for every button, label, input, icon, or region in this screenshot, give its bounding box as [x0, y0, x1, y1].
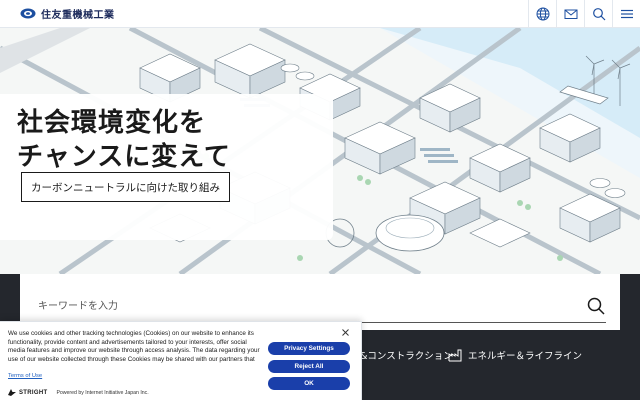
nav-item-energy[interactable]: エネルギー＆ライフライン: [448, 348, 582, 362]
site-logo[interactable]: 住友重機械工業: [20, 6, 115, 21]
language-button[interactable]: [528, 0, 556, 28]
stright-logo-icon: [8, 389, 16, 396]
search-icon: [592, 8, 605, 21]
hero-section: 社会環境変化を チャンスに変えて: [0, 28, 640, 274]
nav-item-construction-label: &コンストラクション: [360, 351, 453, 362]
reject-all-button[interactable]: Reject All: [268, 360, 350, 373]
globe-icon: [536, 7, 549, 21]
menu-icon: [620, 9, 633, 19]
cookie-notice-text: We use cookies and other tracking techno…: [8, 330, 260, 363]
nav-item-energy-label: エネルギー＆ライフライン: [468, 351, 583, 362]
keyword-search-input[interactable]: [38, 296, 578, 316]
mail-icon: [564, 9, 577, 19]
cookie-brand: STRIGHT Powered by Internet Initiative J…: [8, 389, 149, 396]
header-icon-group: [528, 0, 640, 28]
hero-headline-line1: 社会環境変化を: [17, 108, 207, 138]
site-header: 住友重機械工業: [0, 0, 640, 28]
cookie-close-button[interactable]: [340, 327, 350, 337]
ok-button[interactable]: OK: [268, 377, 350, 390]
header-search-button[interactable]: [584, 0, 612, 28]
contact-button[interactable]: [556, 0, 584, 28]
search-icon: [587, 297, 605, 315]
search-submit-button[interactable]: [586, 296, 606, 316]
logo-mark-icon: [20, 8, 36, 19]
close-icon: [341, 328, 349, 336]
cookie-consent-banner: We use cookies and other tracking techno…: [0, 321, 362, 400]
terms-of-use-link[interactable]: Terms of Use: [8, 373, 42, 379]
menu-button[interactable]: [612, 0, 640, 28]
nav-item-construction[interactable]: &コンストラクション: [360, 348, 453, 362]
carbon-neutral-button[interactable]: カーボンニュートラルに向けた取り組み: [21, 172, 230, 202]
hero-headline-line2: チャンスに変えて: [17, 142, 231, 172]
page: 住友重機械工業 社会環境変化を チャンスに変えて カーボンニュートラルに向けた取…: [0, 0, 640, 400]
logo-text: 住友重機械工業: [41, 10, 115, 21]
powered-by-text: Powered by Internet Initiative Japan Inc…: [56, 389, 149, 396]
brand-name: STRIGHT: [19, 389, 48, 396]
hero-headline-panel: 社会環境変化を チャンスに変えて: [0, 94, 333, 240]
privacy-settings-button[interactable]: Privacy Settings: [268, 342, 350, 355]
factory-icon: [448, 349, 462, 361]
